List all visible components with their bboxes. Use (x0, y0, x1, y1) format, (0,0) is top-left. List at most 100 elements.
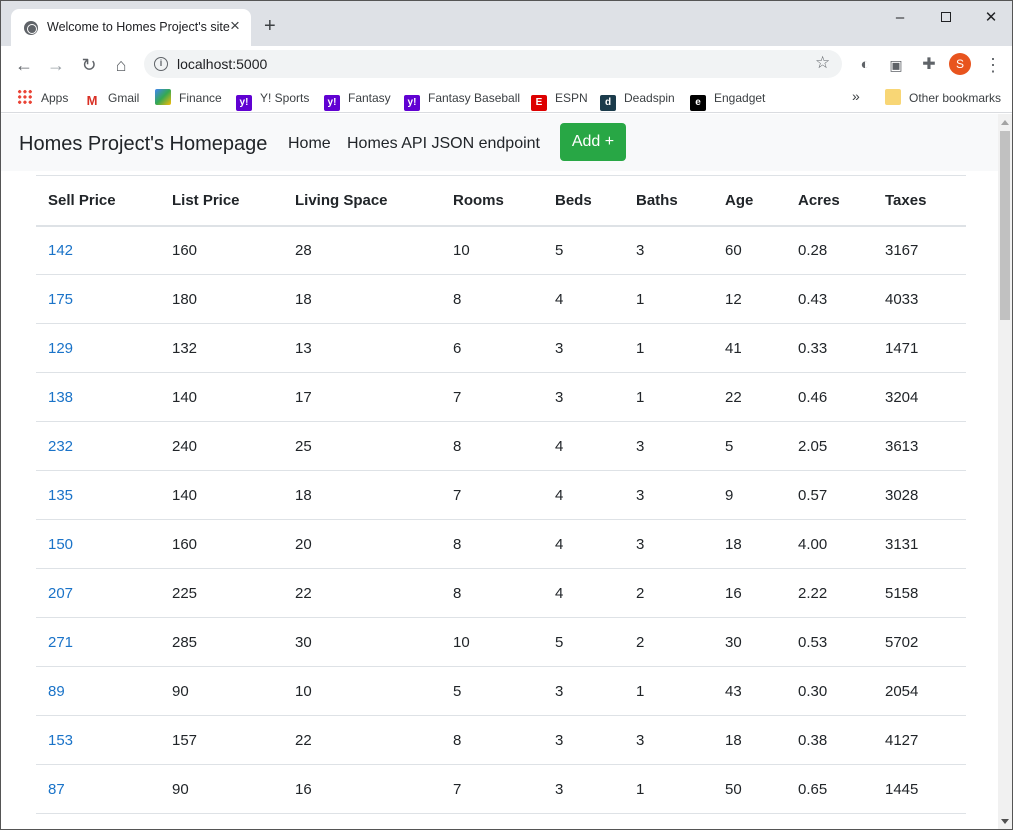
table-cell: 8 (441, 519, 543, 569)
table-cell: 0.53 (786, 617, 873, 667)
column-header: Beds (543, 175, 624, 227)
forward-button[interactable]: → (45, 54, 67, 76)
reload-button[interactable]: ↻ (78, 54, 100, 76)
scroll-thumb[interactable] (1000, 131, 1010, 320)
minimize-button[interactable]: – (885, 9, 915, 29)
sell-price-link[interactable]: 207 (36, 568, 160, 618)
table-cell: 3 (543, 715, 624, 765)
table-cell: 4 (543, 568, 624, 618)
extension-circle-icon[interactable]: ◐ (854, 54, 876, 76)
table-row: 87 90 16 7 3 1 50 0.65 1445 (36, 764, 966, 814)
scroll-down-arrow-icon[interactable] (1001, 819, 1009, 824)
sell-price-link[interactable]: 142 (36, 225, 160, 275)
table-cell: 43 (713, 666, 786, 716)
bookmark-engadget[interactable]: e Engadget (690, 88, 765, 111)
browser-window: Welcome to Homes Project's site × + – ✕ … (0, 0, 1013, 830)
table-cell: 8 (441, 421, 543, 471)
bookmark-gmail[interactable]: M Gmail (84, 88, 139, 109)
table-cell: 3 (624, 715, 713, 765)
table-cell: 41 (713, 323, 786, 373)
column-header: Rooms (441, 175, 543, 227)
table-cell: 6 (441, 323, 543, 373)
site-navbar: Homes Project's Homepage Home Homes API … (1, 114, 998, 171)
table-cell: 4 (543, 421, 624, 471)
table-cell: 4127 (873, 715, 966, 765)
table-cell: 18 (283, 470, 441, 520)
table-cell: 4033 (873, 274, 966, 324)
star-icon[interactable]: ☆ (815, 53, 830, 73)
table-cell: 4 (543, 470, 624, 520)
sell-price-link[interactable]: 89 (36, 666, 160, 716)
table-cell: 90 (160, 764, 283, 814)
table-cell: 10 (441, 617, 543, 667)
active-tab[interactable]: Welcome to Homes Project's site × (11, 9, 251, 46)
new-tab-button[interactable]: + (264, 16, 276, 36)
table-cell: 3 (543, 372, 624, 422)
scroll-up-arrow-icon[interactable] (1001, 120, 1009, 125)
page-viewport: Homes Project's Homepage Home Homes API … (1, 114, 998, 829)
nav-link-home[interactable]: Home (288, 135, 331, 153)
extension-cast-icon[interactable]: ▣ (885, 54, 907, 76)
table-cell: 3167 (873, 225, 966, 275)
avatar[interactable]: S (949, 53, 971, 75)
table-cell: 18 (713, 715, 786, 765)
kebab-menu-icon[interactable]: ⋮ (982, 54, 1004, 76)
bookmark-espn[interactable]: E ESPN (531, 88, 588, 111)
maximize-button[interactable] (931, 9, 961, 29)
close-icon[interactable]: × (230, 17, 240, 35)
url-text[interactable]: localhost:5000 (177, 56, 267, 72)
bookmark-deadspin[interactable]: d Deadspin (600, 88, 675, 111)
table-cell: 160 (160, 519, 283, 569)
table-cell: 7 (441, 764, 543, 814)
back-button[interactable]: ← (13, 54, 35, 76)
vertical-scrollbar[interactable] (998, 114, 1012, 829)
home-button[interactable]: ⌂ (110, 54, 132, 76)
sell-price-link[interactable]: 138 (36, 372, 160, 422)
table-cell: 50 (713, 764, 786, 814)
puzzle-icon[interactable]: ✚ (918, 54, 940, 76)
column-header: Age (713, 175, 786, 227)
table-cell: 3 (624, 470, 713, 520)
bookmark-fantasy[interactable]: y! Fantasy (324, 88, 391, 111)
sell-price-link[interactable]: 150 (36, 519, 160, 569)
sell-price-link[interactable]: 232 (36, 421, 160, 471)
info-icon[interactable]: i (154, 57, 168, 71)
chevron-right-icon[interactable]: » (852, 88, 860, 104)
gmail-icon: M (84, 93, 100, 109)
sell-price-link[interactable]: 129 (36, 323, 160, 373)
bookmark-y-sports[interactable]: y! Y! Sports (236, 88, 309, 111)
table-cell: 0.30 (786, 666, 873, 716)
table-cell: 20 (283, 519, 441, 569)
table-cell: 3 (543, 666, 624, 716)
bookmark-apps[interactable]: Apps (17, 88, 68, 108)
sell-price-link[interactable]: 271 (36, 617, 160, 667)
table-cell: 1 (624, 764, 713, 814)
table-cell: 16 (713, 568, 786, 618)
table-cell: 240 (160, 421, 283, 471)
bookmark-fantasy-baseball[interactable]: y! Fantasy Baseball (404, 88, 520, 111)
navbar-brand[interactable]: Homes Project's Homepage (19, 133, 267, 156)
sell-price-link[interactable]: 175 (36, 274, 160, 324)
table-cell: 18 (713, 519, 786, 569)
add-button[interactable]: Add + (560, 123, 626, 161)
table-cell: 2 (624, 568, 713, 618)
sell-price-link[interactable]: 87 (36, 764, 160, 814)
table-cell: 7 (441, 470, 543, 520)
table-cell: 5 (543, 617, 624, 667)
table-cell: 3028 (873, 470, 966, 520)
bookmark-other[interactable]: Other bookmarks (885, 88, 1001, 108)
window-close-button[interactable]: ✕ (976, 9, 1006, 29)
table-cell: 2 (624, 617, 713, 667)
address-bar[interactable]: i localhost:5000 ☆ (144, 50, 842, 78)
nav-link-api[interactable]: Homes API JSON endpoint (347, 135, 540, 153)
deadspin-icon: d (600, 95, 616, 111)
apps-grid-icon (17, 89, 33, 105)
column-header: List Price (160, 175, 283, 227)
table-cell: 17 (283, 372, 441, 422)
sell-price-link[interactable]: 153 (36, 715, 160, 765)
table-cell: 30 (713, 617, 786, 667)
bookmark-finance[interactable]: Finance (155, 88, 222, 108)
tab-strip: Welcome to Homes Project's site × + – ✕ (1, 1, 1012, 46)
table-cell: 3131 (873, 519, 966, 569)
sell-price-link[interactable]: 135 (36, 470, 160, 520)
